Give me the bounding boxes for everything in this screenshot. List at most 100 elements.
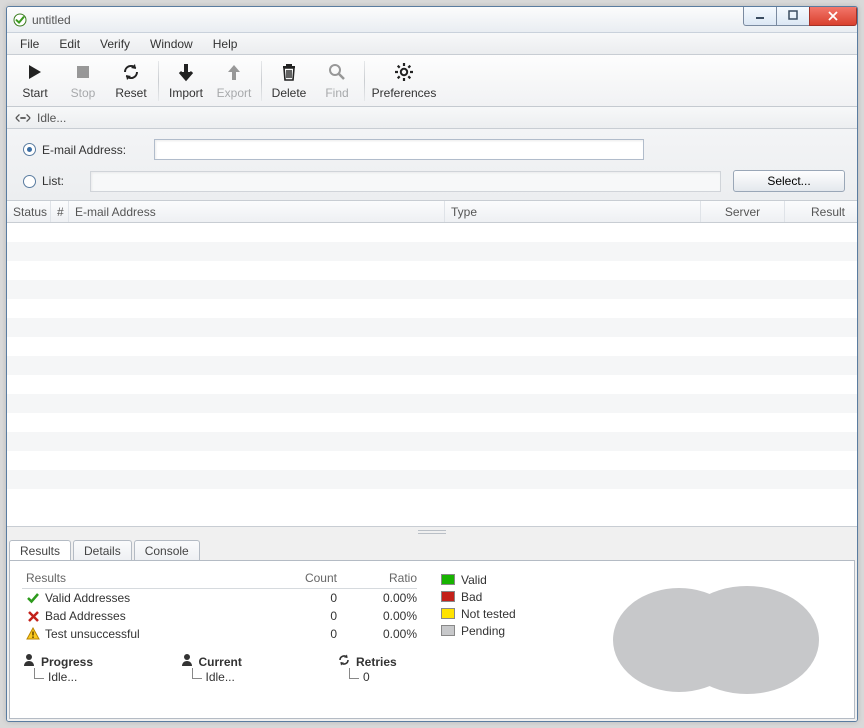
grid-row — [7, 280, 857, 299]
legend-bad: Bad — [461, 590, 482, 604]
splitter[interactable] — [7, 527, 857, 537]
minimize-button[interactable] — [743, 6, 777, 26]
menu-bar: File Edit Verify Window Help — [7, 33, 857, 55]
trash-icon — [278, 61, 300, 83]
grid-row — [7, 356, 857, 375]
unsuccessful-label: Test unsuccessful — [45, 627, 140, 641]
swatch-valid — [441, 574, 455, 585]
col-status[interactable]: Status — [7, 201, 51, 222]
grid-body[interactable] — [7, 223, 857, 526]
menu-window[interactable]: Window — [141, 35, 202, 53]
menu-help[interactable]: Help — [204, 35, 247, 53]
status-retries: Retries 0 — [337, 653, 417, 684]
tab-console[interactable]: Console — [134, 540, 200, 560]
arrow-up-icon — [223, 61, 245, 83]
retries-title: Retries — [356, 655, 397, 669]
swatch-nottested — [441, 608, 455, 619]
valid-ratio: 0.00% — [337, 591, 417, 605]
menu-edit[interactable]: Edit — [50, 35, 89, 53]
toolbar: Start Stop Reset Import — [7, 55, 857, 107]
retries-value: 0 — [337, 670, 417, 684]
app-window: untitled File Edit Verify Window Help St… — [6, 6, 858, 722]
mode-email-radio[interactable] — [23, 143, 36, 156]
progress-value: Idle... — [22, 670, 180, 684]
col-count-label: Count — [267, 571, 337, 585]
reset-button[interactable]: Reset — [107, 57, 155, 105]
arrow-down-icon — [175, 61, 197, 83]
play-icon — [24, 61, 46, 83]
swatch-pending — [441, 625, 455, 636]
check-icon — [26, 591, 40, 605]
current-value: Idle... — [180, 670, 338, 684]
valid-addresses-label: Valid Addresses — [45, 591, 130, 605]
list-label: List: — [42, 174, 90, 188]
delete-button[interactable]: Delete — [265, 57, 313, 105]
progress-title: Progress — [41, 655, 93, 669]
search-icon — [326, 61, 348, 83]
preferences-button[interactable]: Preferences — [368, 57, 440, 105]
idle-icon — [15, 113, 31, 123]
unsuccessful-count: 0 — [267, 627, 337, 641]
status-current: Current Idle... — [180, 653, 338, 684]
tab-results[interactable]: Results — [9, 540, 71, 560]
email-input[interactable] — [154, 139, 644, 160]
grid-row — [7, 242, 857, 261]
current-title: Current — [199, 655, 242, 669]
stop-button: Stop — [59, 57, 107, 105]
close-button[interactable] — [809, 6, 857, 26]
mode-list-radio[interactable] — [23, 175, 36, 188]
idle-text: Idle... — [37, 111, 66, 125]
bad-ratio: 0.00% — [337, 609, 417, 623]
tab-details[interactable]: Details — [73, 540, 132, 560]
col-type[interactable]: Type — [445, 201, 701, 222]
row-unsuccessful: Test unsuccessful 0 0.00% — [22, 625, 417, 643]
delete-label: Delete — [272, 86, 307, 100]
find-label: Find — [325, 86, 348, 100]
toolbar-separator — [158, 61, 159, 101]
grid-row — [7, 451, 857, 470]
bad-count: 0 — [267, 609, 337, 623]
legend-valid: Valid — [461, 573, 487, 587]
window-title: untitled — [32, 13, 71, 27]
lower-panel: Results Details Console Results Count Ra… — [7, 537, 857, 721]
col-result[interactable]: Result — [785, 201, 855, 222]
results-chart — [565, 571, 842, 708]
unsuccessful-ratio: 0.00% — [337, 627, 417, 641]
grid-row — [7, 470, 857, 489]
grid-row — [7, 261, 857, 280]
start-button[interactable]: Start — [11, 57, 59, 105]
results-panel: Results Count Ratio Valid Addresses 0 0.… — [9, 560, 855, 719]
titlebar: untitled — [7, 7, 857, 33]
menu-verify[interactable]: Verify — [91, 35, 139, 53]
legend: Valid Bad Not tested Pending — [441, 571, 541, 708]
grid-row — [7, 223, 857, 242]
grid-header: Status # E-mail Address Type Server Resu… — [7, 201, 857, 223]
col-num[interactable]: # — [51, 201, 69, 222]
status-idle-bar: Idle... — [7, 107, 857, 129]
tab-strip: Results Details Console — [9, 537, 855, 560]
import-button[interactable]: Import — [162, 57, 210, 105]
row-bad: Bad Addresses 0 0.00% — [22, 607, 417, 625]
grid-row — [7, 432, 857, 451]
menu-file[interactable]: File — [11, 35, 48, 53]
legend-nottested: Not tested — [461, 607, 516, 621]
grid-row — [7, 394, 857, 413]
results-grid: Status # E-mail Address Type Server Resu… — [7, 201, 857, 527]
row-valid: Valid Addresses 0 0.00% — [22, 589, 417, 607]
status-progress: Progress Idle... — [22, 653, 180, 684]
find-button: Find — [313, 57, 361, 105]
col-server[interactable]: Server — [701, 201, 785, 222]
input-form: E-mail Address: List: Select... — [7, 129, 857, 201]
maximize-button[interactable] — [776, 6, 810, 26]
select-button[interactable]: Select... — [733, 170, 845, 192]
reset-label: Reset — [115, 86, 146, 100]
gear-icon — [393, 61, 415, 83]
toolbar-separator — [261, 61, 262, 101]
col-email[interactable]: E-mail Address — [69, 201, 445, 222]
start-label: Start — [22, 86, 47, 100]
bad-addresses-label: Bad Addresses — [45, 609, 126, 623]
grid-row — [7, 337, 857, 356]
valid-count: 0 — [267, 591, 337, 605]
col-ratio-label: Ratio — [337, 571, 417, 585]
legend-pending: Pending — [461, 624, 505, 638]
